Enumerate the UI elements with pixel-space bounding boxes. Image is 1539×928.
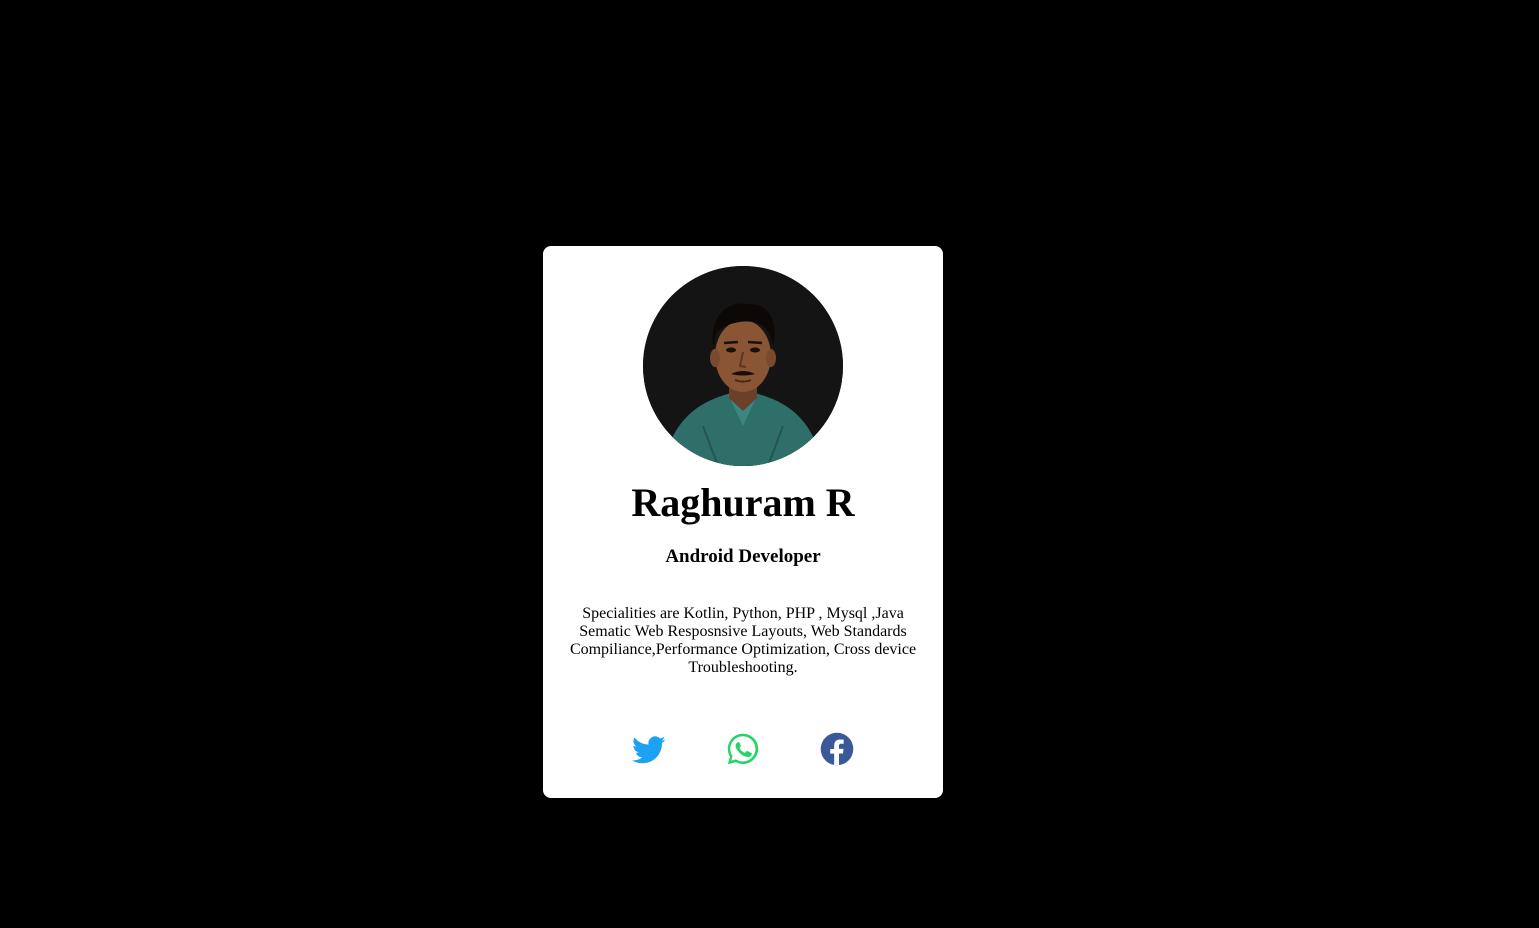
facebook-icon	[820, 732, 854, 766]
whatsapp-link[interactable]	[726, 732, 760, 766]
twitter-link[interactable]	[632, 732, 666, 766]
avatar	[643, 266, 843, 466]
social-links	[543, 732, 943, 766]
twitter-icon	[632, 736, 666, 764]
avatar-portrait	[643, 266, 843, 466]
whatsapp-icon	[727, 733, 759, 765]
profile-role: Android Developer	[665, 546, 821, 567]
facebook-link[interactable]	[820, 732, 854, 766]
profile-about: Specialities are Kotlin, Python, PHP , M…	[569, 605, 917, 676]
profile-name: Raghuram R	[631, 480, 855, 525]
profile-card: Raghuram R Android Developer Specialitie…	[543, 246, 943, 798]
page: Raghuram R Android Developer Specialitie…	[0, 0, 1539, 928]
